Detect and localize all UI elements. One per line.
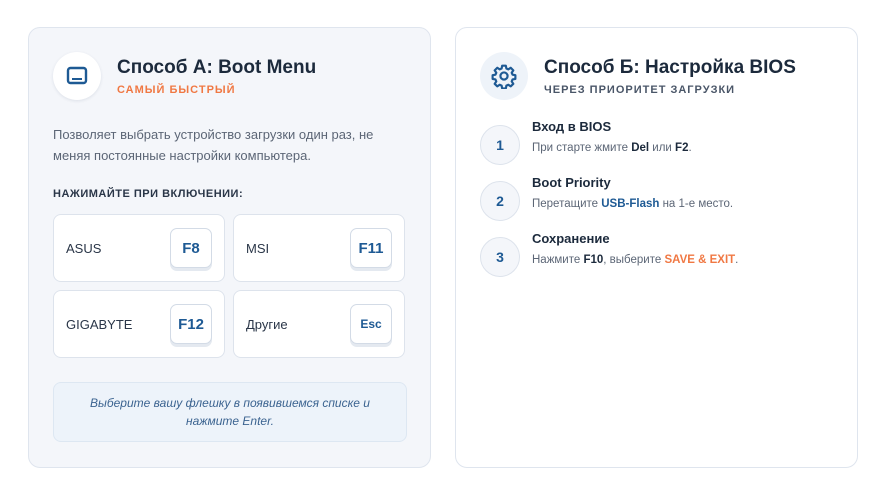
key-card-gigabyte: GIGABYTE F12 <box>53 290 225 358</box>
keycap: F8 <box>170 228 212 268</box>
step-text: Перетащите USB-Flash на 1-е место. <box>532 198 734 210</box>
bios-setup-card: Способ Б: Настройка BIOS ЧЕРЕЗ ПРИОРИТЕТ… <box>455 27 858 468</box>
brand-label: ASUS <box>66 241 102 256</box>
key-card-other: Другие Esc <box>233 290 405 358</box>
step-1: 1 Вход в BIOS При старте жмите Del или F… <box>480 119 840 169</box>
monitor-icon <box>53 52 101 100</box>
hint-box: Выберите вашу флешку в появившемся списк… <box>53 382 407 442</box>
step-title: Вход в BIOS <box>532 119 612 134</box>
boot-menu-description: Позволяет выбрать устройство загрузки од… <box>53 127 374 163</box>
step-title: Сохранение <box>532 231 610 246</box>
brand-label: MSI <box>246 241 270 256</box>
step-title: Boot Priority <box>532 175 611 190</box>
bios-subtitle: ЧЕРЕЗ ПРИОРИТЕТ ЗАГРУЗКИ <box>544 84 736 96</box>
boot-menu-subtitle: САМЫЙ БЫСТРЫЙ <box>117 84 236 96</box>
step-text: При старте жмите Del или F2. <box>532 142 692 154</box>
step-number: 1 <box>480 125 520 165</box>
press-label: НАЖИМАЙТЕ ПРИ ВКЛЮЧЕНИИ: <box>53 188 244 200</box>
step-2: 2 Boot Priority Перетащите USB-Flash на … <box>480 175 840 225</box>
brand-label: GIGABYTE <box>66 317 133 332</box>
step-number: 3 <box>480 237 520 277</box>
bios-title: Способ Б: Настройка BIOS <box>544 57 796 78</box>
step-text: Нажмите F10, выберите SAVE & EXIT. <box>532 254 739 266</box>
keycap: Esc <box>350 304 392 344</box>
boot-menu-card: Способ А: Boot Menu САМЫЙ БЫСТРЫЙ Позвол… <box>28 27 431 468</box>
key-card-asus: ASUS F8 <box>53 214 225 282</box>
key-card-msi: MSI F11 <box>233 214 405 282</box>
boot-menu-title: Способ А: Boot Menu <box>117 57 317 78</box>
keycap: F12 <box>170 304 212 344</box>
step-number: 2 <box>480 181 520 221</box>
step-3: 3 Сохранение Нажмите F10, выберите SAVE … <box>480 231 840 281</box>
keycap: F11 <box>350 228 392 268</box>
gear-icon <box>480 52 528 100</box>
brand-label: Другие <box>246 317 288 332</box>
